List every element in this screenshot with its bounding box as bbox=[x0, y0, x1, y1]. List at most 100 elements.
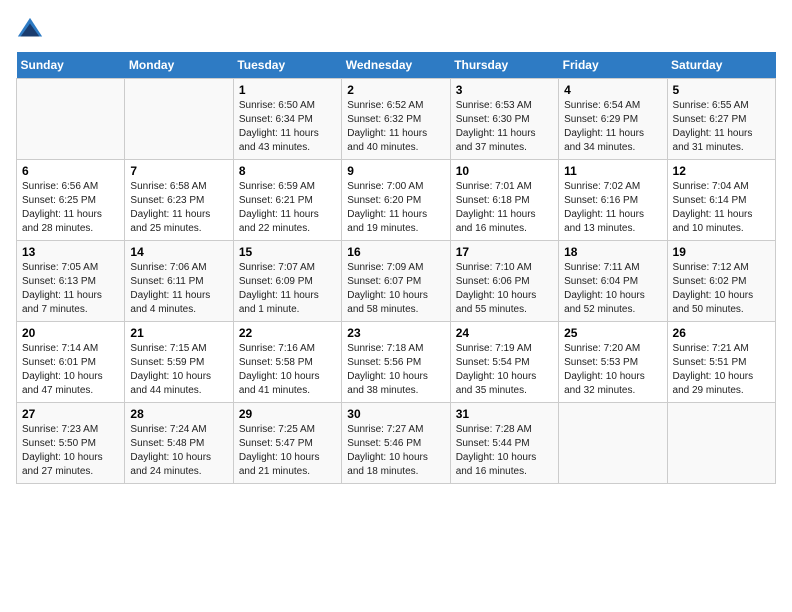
calendar-cell: 23Sunrise: 7:18 AM Sunset: 5:56 PM Dayli… bbox=[342, 322, 450, 403]
calendar-cell: 28 Sunrise: 7:24 AM Sunset: 5:48 PM Dayli… bbox=[125, 403, 233, 484]
calendar-cell: 13Sunrise: 7:05 AM Sunset: 6:13 PM Dayli… bbox=[17, 241, 125, 322]
day-info: Sunrise: 6:58 AM Sunset: 6:23 PM Dayligh… bbox=[130, 180, 227, 236]
header-saturday: Saturday bbox=[667, 52, 775, 79]
calendar-cell bbox=[125, 79, 233, 160]
day-number: 9 bbox=[347, 164, 444, 178]
day-number: 25 bbox=[564, 326, 661, 340]
day-info: Sunrise: 7:02 AM Sunset: 6:16 PM Dayligh… bbox=[564, 180, 661, 236]
day-number: 20 bbox=[22, 326, 119, 340]
calendar-cell: 10Sunrise: 7:01 AM Sunset: 6:18 PM Dayli… bbox=[450, 160, 558, 241]
calendar-cell: 22Sunrise: 7:16 AM Sunset: 5:58 PM Dayli… bbox=[233, 322, 341, 403]
day-info: Sunrise: 7:11 AM Sunset: 6:04 PM Dayligh… bbox=[564, 261, 661, 317]
day-number: 16 bbox=[347, 245, 444, 259]
calendar-cell: 16Sunrise: 7:09 AM Sunset: 6:07 PM Dayli… bbox=[342, 241, 450, 322]
day-number: 24 bbox=[456, 326, 553, 340]
day-number: 12 bbox=[673, 164, 770, 178]
day-info: Sunrise: 7:16 AM Sunset: 5:58 PM Dayligh… bbox=[239, 342, 336, 398]
calendar-cell: 25 Sunrise: 7:20 AM Sunset: 5:53 PM Dayli… bbox=[559, 322, 667, 403]
header-friday: Friday bbox=[559, 52, 667, 79]
day-number: 29 bbox=[239, 407, 336, 421]
day-info: Sunrise: 6:55 AM Sunset: 6:27 PM Dayligh… bbox=[673, 99, 770, 155]
day-info: Sunrise: 6:59 AM Sunset: 6:21 PM Dayligh… bbox=[239, 180, 336, 236]
day-number: 10 bbox=[456, 164, 553, 178]
calendar-cell: 30 Sunrise: 7:27 AM Sunset: 5:46 PM Dayli… bbox=[342, 403, 450, 484]
day-number: 17 bbox=[456, 245, 553, 259]
day-info: Sunrise: 7:24 AM Sunset: 5:48 PM Dayligh… bbox=[130, 423, 227, 479]
calendar-cell: 15 Sunrise: 7:07 AM Sunset: 6:09 PM Dayli… bbox=[233, 241, 341, 322]
day-info: Sunrise: 7:06 AM Sunset: 6:11 PM Dayligh… bbox=[130, 261, 227, 317]
logo bbox=[16, 16, 48, 44]
day-info: Sunrise: 7:25 AM Sunset: 5:47 PM Dayligh… bbox=[239, 423, 336, 479]
day-info: Sunrise: 6:54 AM Sunset: 6:29 PM Dayligh… bbox=[564, 99, 661, 155]
calendar-table: SundayMondayTuesdayWednesdayThursdayFrid… bbox=[16, 52, 776, 484]
week-row-2: 6 Sunrise: 6:56 AM Sunset: 6:25 PM Daylig… bbox=[17, 160, 776, 241]
header-sunday: Sunday bbox=[17, 52, 125, 79]
day-number: 28 bbox=[130, 407, 227, 421]
calendar-cell: 2 Sunrise: 6:52 AM Sunset: 6:32 PM Daylig… bbox=[342, 79, 450, 160]
day-number: 2 bbox=[347, 83, 444, 97]
day-number: 21 bbox=[130, 326, 227, 340]
calendar-cell: 29 Sunrise: 7:25 AM Sunset: 5:47 PM Dayli… bbox=[233, 403, 341, 484]
day-info: Sunrise: 6:52 AM Sunset: 6:32 PM Dayligh… bbox=[347, 99, 444, 155]
header-tuesday: Tuesday bbox=[233, 52, 341, 79]
day-info: Sunrise: 7:07 AM Sunset: 6:09 PM Dayligh… bbox=[239, 261, 336, 317]
header-thursday: Thursday bbox=[450, 52, 558, 79]
day-info: Sunrise: 7:20 AM Sunset: 5:53 PM Dayligh… bbox=[564, 342, 661, 398]
day-number: 6 bbox=[22, 164, 119, 178]
day-info: Sunrise: 7:28 AM Sunset: 5:44 PM Dayligh… bbox=[456, 423, 553, 479]
header-monday: Monday bbox=[125, 52, 233, 79]
day-number: 30 bbox=[347, 407, 444, 421]
logo-icon bbox=[16, 16, 44, 44]
calendar-cell: 9Sunrise: 7:00 AM Sunset: 6:20 PM Daylig… bbox=[342, 160, 450, 241]
calendar-cell bbox=[17, 79, 125, 160]
calendar-cell: 11 Sunrise: 7:02 AM Sunset: 6:16 PM Dayli… bbox=[559, 160, 667, 241]
day-number: 27 bbox=[22, 407, 119, 421]
calendar-cell: 17Sunrise: 7:10 AM Sunset: 6:06 PM Dayli… bbox=[450, 241, 558, 322]
header-wednesday: Wednesday bbox=[342, 52, 450, 79]
calendar-cell: 6 Sunrise: 6:56 AM Sunset: 6:25 PM Daylig… bbox=[17, 160, 125, 241]
calendar-cell: 8 Sunrise: 6:59 AM Sunset: 6:21 PM Daylig… bbox=[233, 160, 341, 241]
calendar-cell bbox=[667, 403, 775, 484]
calendar-cell: 26 Sunrise: 7:21 AM Sunset: 5:51 PM Dayli… bbox=[667, 322, 775, 403]
day-info: Sunrise: 6:56 AM Sunset: 6:25 PM Dayligh… bbox=[22, 180, 119, 236]
calendar-cell: 21 Sunrise: 7:15 AM Sunset: 5:59 PM Dayli… bbox=[125, 322, 233, 403]
day-info: Sunrise: 7:14 AM Sunset: 6:01 PM Dayligh… bbox=[22, 342, 119, 398]
header-row: SundayMondayTuesdayWednesdayThursdayFrid… bbox=[17, 52, 776, 79]
day-number: 7 bbox=[130, 164, 227, 178]
day-number: 15 bbox=[239, 245, 336, 259]
calendar-cell: 4Sunrise: 6:54 AM Sunset: 6:29 PM Daylig… bbox=[559, 79, 667, 160]
calendar-cell: 5 Sunrise: 6:55 AM Sunset: 6:27 PM Daylig… bbox=[667, 79, 775, 160]
day-number: 26 bbox=[673, 326, 770, 340]
day-number: 11 bbox=[564, 164, 661, 178]
calendar-cell: 18 Sunrise: 7:11 AM Sunset: 6:04 PM Dayli… bbox=[559, 241, 667, 322]
day-number: 14 bbox=[130, 245, 227, 259]
calendar-cell: 24 Sunrise: 7:19 AM Sunset: 5:54 PM Dayli… bbox=[450, 322, 558, 403]
day-info: Sunrise: 7:12 AM Sunset: 6:02 PM Dayligh… bbox=[673, 261, 770, 317]
day-info: Sunrise: 7:27 AM Sunset: 5:46 PM Dayligh… bbox=[347, 423, 444, 479]
calendar-cell: 20 Sunrise: 7:14 AM Sunset: 6:01 PM Dayli… bbox=[17, 322, 125, 403]
week-row-5: 27Sunrise: 7:23 AM Sunset: 5:50 PM Dayli… bbox=[17, 403, 776, 484]
calendar-cell: 12Sunrise: 7:04 AM Sunset: 6:14 PM Dayli… bbox=[667, 160, 775, 241]
day-info: Sunrise: 7:15 AM Sunset: 5:59 PM Dayligh… bbox=[130, 342, 227, 398]
day-number: 23 bbox=[347, 326, 444, 340]
day-info: Sunrise: 7:05 AM Sunset: 6:13 PM Dayligh… bbox=[22, 261, 119, 317]
calendar-cell bbox=[559, 403, 667, 484]
day-number: 1 bbox=[239, 83, 336, 97]
day-number: 5 bbox=[673, 83, 770, 97]
day-number: 3 bbox=[456, 83, 553, 97]
day-number: 31 bbox=[456, 407, 553, 421]
day-number: 18 bbox=[564, 245, 661, 259]
page-header bbox=[16, 16, 776, 44]
calendar-cell: 7 Sunrise: 6:58 AM Sunset: 6:23 PM Daylig… bbox=[125, 160, 233, 241]
day-number: 19 bbox=[673, 245, 770, 259]
day-info: Sunrise: 7:19 AM Sunset: 5:54 PM Dayligh… bbox=[456, 342, 553, 398]
calendar-cell: 14 Sunrise: 7:06 AM Sunset: 6:11 PM Dayli… bbox=[125, 241, 233, 322]
week-row-3: 13Sunrise: 7:05 AM Sunset: 6:13 PM Dayli… bbox=[17, 241, 776, 322]
day-info: Sunrise: 6:53 AM Sunset: 6:30 PM Dayligh… bbox=[456, 99, 553, 155]
day-info: Sunrise: 7:21 AM Sunset: 5:51 PM Dayligh… bbox=[673, 342, 770, 398]
week-row-4: 20 Sunrise: 7:14 AM Sunset: 6:01 PM Dayli… bbox=[17, 322, 776, 403]
week-row-1: 1Sunrise: 6:50 AM Sunset: 6:34 PM Daylig… bbox=[17, 79, 776, 160]
day-number: 8 bbox=[239, 164, 336, 178]
calendar-cell: 1Sunrise: 6:50 AM Sunset: 6:34 PM Daylig… bbox=[233, 79, 341, 160]
calendar-cell: 3 Sunrise: 6:53 AM Sunset: 6:30 PM Daylig… bbox=[450, 79, 558, 160]
